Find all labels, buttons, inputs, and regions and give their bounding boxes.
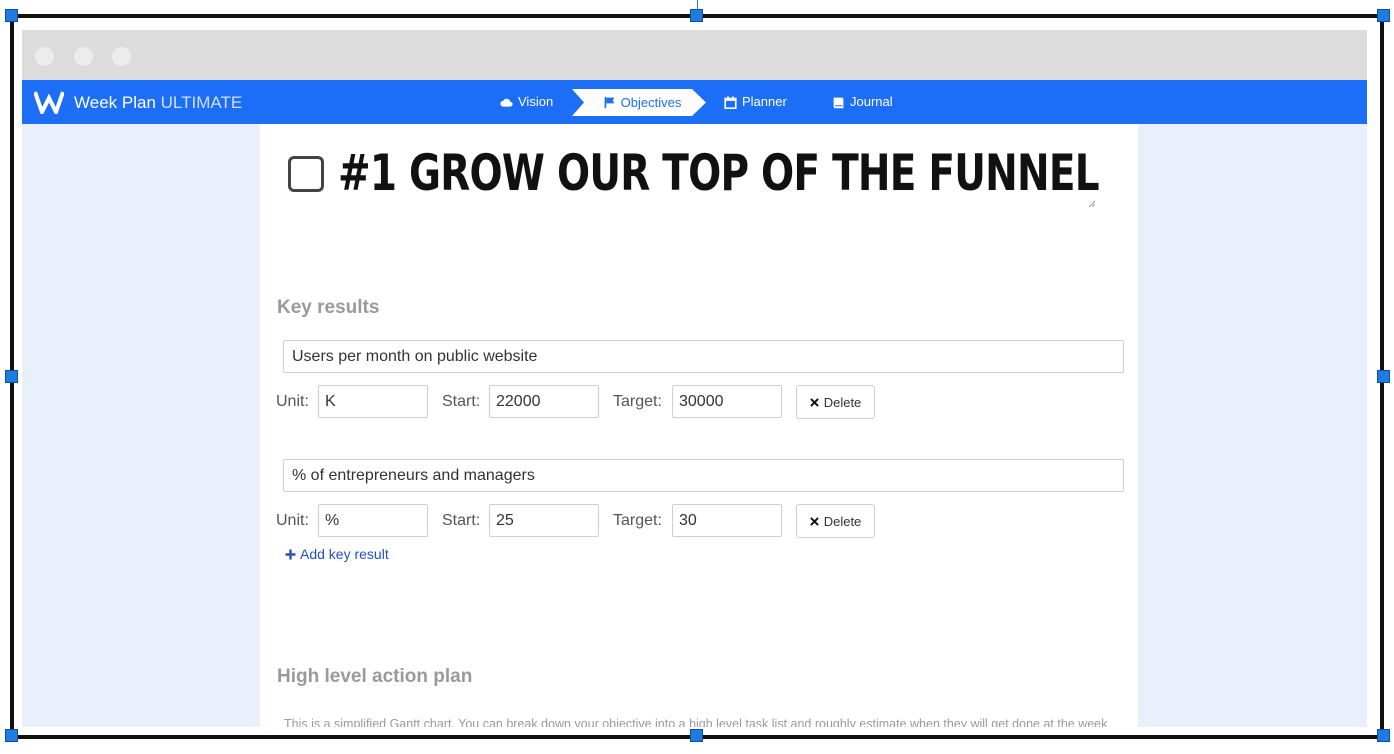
resize-handle-left[interactable] xyxy=(5,370,18,383)
unit-input[interactable]: K xyxy=(318,385,428,418)
resize-handle-right[interactable] xyxy=(1377,370,1390,383)
start-input[interactable]: 25 xyxy=(489,504,599,537)
objective-card: #1 GROW OUR TOP OF THE FUNNEL Key result… xyxy=(260,124,1138,727)
add-key-result-link[interactable]: Add key result xyxy=(285,546,389,562)
resize-handle-bottom-left[interactable] xyxy=(5,729,18,742)
start-input[interactable]: 22000 xyxy=(489,385,599,418)
nav-journal-label: Journal xyxy=(850,94,893,109)
resize-grip-icon[interactable] xyxy=(1086,198,1096,208)
key-result-name-input[interactable]: Users per month on public website xyxy=(283,340,1124,373)
nav-vision[interactable]: Vision xyxy=(500,80,553,124)
target-input[interactable]: 30 xyxy=(672,504,782,537)
nav-objectives[interactable]: Objectives xyxy=(572,89,706,116)
unit-label: Unit: xyxy=(276,393,309,410)
unit-input[interactable]: % xyxy=(318,504,428,537)
calendar-icon xyxy=(724,95,737,109)
resize-handle-bottom-right[interactable] xyxy=(1377,729,1390,742)
add-key-result-label: Add key result xyxy=(300,546,389,562)
nav-planner[interactable]: Planner xyxy=(724,80,787,124)
window-titlebar xyxy=(22,30,1367,80)
delete-key-result-button[interactable]: Delete xyxy=(796,385,875,419)
week-plan-logo-icon[interactable] xyxy=(34,90,64,114)
target-input[interactable]: 30000 xyxy=(672,385,782,418)
resize-handle-bottom[interactable] xyxy=(690,729,703,742)
nav-vision-label: Vision xyxy=(518,94,554,109)
book-icon xyxy=(833,97,844,108)
window-close-dot[interactable] xyxy=(35,47,54,66)
action-plan-description: This is a simplified Gantt chart. You ca… xyxy=(284,717,1108,727)
delete-label: Delete xyxy=(823,513,862,529)
top-navbar: Week Plan ULTIMATE Vision Objectives Pla… xyxy=(22,80,1367,124)
key-result-name-input[interactable]: % of entrepreneurs and managers xyxy=(283,459,1124,492)
window-minimize-dot[interactable] xyxy=(74,47,93,66)
target-label: Target: xyxy=(613,393,662,410)
nav-journal[interactable]: Journal xyxy=(832,80,893,124)
objective-complete-checkbox[interactable] xyxy=(288,156,324,192)
cloud-icon xyxy=(500,98,513,107)
resize-handle-top-left[interactable] xyxy=(5,9,18,22)
browser-window: Week Plan ULTIMATE Vision Objectives Pla… xyxy=(22,30,1367,727)
start-label: Start: xyxy=(442,512,481,529)
resize-handle-top-right[interactable] xyxy=(1377,9,1390,22)
key-results-heading: Key results xyxy=(277,297,380,318)
window-maximize-dot[interactable] xyxy=(112,47,131,66)
plus-icon xyxy=(285,549,296,559)
flag-icon xyxy=(604,96,615,109)
unit-label: Unit: xyxy=(276,512,309,529)
delete-key-result-button[interactable]: Delete xyxy=(796,504,875,538)
brand-accent: ULTIMATE xyxy=(160,93,243,112)
objective-title[interactable]: #1 GROW OUR TOP OF THE FUNNEL xyxy=(338,144,1100,202)
close-icon xyxy=(809,397,819,407)
delete-label: Delete xyxy=(823,394,862,410)
close-icon xyxy=(809,516,819,526)
start-label: Start: xyxy=(442,393,481,410)
resize-handle-top[interactable] xyxy=(690,9,703,22)
brand-main: Week Plan xyxy=(74,93,156,112)
nav-objectives-label: Objectives xyxy=(620,95,682,110)
nav-planner-label: Planner xyxy=(742,94,787,109)
brand-name[interactable]: Week Plan ULTIMATE xyxy=(74,93,242,113)
action-plan-heading: High level action plan xyxy=(277,666,473,687)
target-label: Target: xyxy=(613,512,662,529)
